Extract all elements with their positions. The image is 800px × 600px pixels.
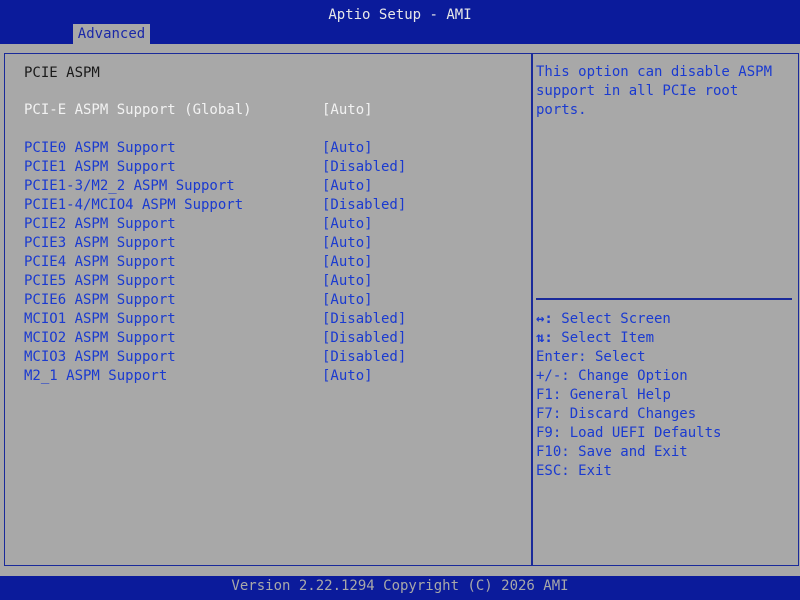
tab-advanced[interactable]: Advanced [73,24,150,44]
version-text: Version 2.22.1294 Copyright (C) 2026 AMI [231,578,569,594]
option-label: MCIO2 ASPM Support [24,330,176,346]
option-label: PCIE1-3/M2_2 ASPM Support [24,178,235,194]
option-label: M2_1 ASPM Support [24,368,168,384]
option-pcie2-aspm[interactable]: PCIE2 ASPM Support [Auto] [24,215,524,233]
option-pcie3-aspm[interactable]: PCIE3 ASPM Support [Auto] [24,234,524,252]
key-hint-text: Exit [569,463,612,479]
option-value[interactable]: [Auto] [322,272,373,290]
key-hint-key: +/-: [536,368,570,384]
help-description: This option can disable ASPM support in … [536,63,791,120]
key-hint-change-option: +/-: Change Option [536,367,792,386]
option-label: PCIE6 ASPM Support [24,292,176,308]
help-divider [536,298,792,300]
option-pcie5-aspm[interactable]: PCIE5 ASPM Support [Auto] [24,272,524,290]
key-hint-text: Change Option [569,368,688,384]
option-value[interactable]: [Auto] [322,234,373,252]
key-hint-general-help: F1: General Help [536,386,792,405]
key-hint-discard-changes: F7: Discard Changes [536,405,792,424]
page-title: PCIE ASPM [24,65,100,81]
key-hint-text: General Help [561,387,671,403]
option-mcio3-aspm[interactable]: MCIO3 ASPM Support [Disabled] [24,348,524,366]
left-right-arrows-icon: ↔: [536,311,553,327]
option-label: MCIO1 ASPM Support [24,311,176,327]
option-m2-1-aspm[interactable]: M2_1 ASPM Support [Auto] [24,367,524,385]
app-title: Aptio Setup - AMI [328,7,472,23]
option-label: PCIE1-4/MCIO4 ASPM Support [24,197,244,213]
option-value[interactable]: [Auto] [322,139,373,157]
key-hint-load-defaults: F9: Load UEFI Defaults [536,424,792,443]
option-pcie0-aspm[interactable]: PCIE0 ASPM Support [Auto] [24,139,524,157]
key-hint-text: Load UEFI Defaults [561,425,722,441]
option-label: PCI-E ASPM Support (Global) [24,102,252,118]
option-value[interactable]: [Disabled] [322,158,406,176]
key-hint-select-screen: ↔: Select Screen [536,310,792,329]
option-value[interactable]: [Auto] [322,367,373,385]
option-pcie6-aspm[interactable]: PCIE6 ASPM Support [Auto] [24,291,524,309]
key-hint-text: Select Screen [552,311,671,327]
option-pcie1-aspm[interactable]: PCIE1 ASPM Support [Disabled] [24,158,524,176]
up-down-arrows-icon: ⇅: [536,330,553,346]
option-value[interactable]: [Auto] [322,177,373,195]
key-hint-key: F1: [536,387,562,403]
option-value[interactable]: [Auto] [322,253,373,271]
option-pcie4-aspm[interactable]: PCIE4 ASPM Support [Auto] [24,253,524,271]
footer-bar: Version 2.22.1294 Copyright (C) 2026 AMI [0,576,800,600]
key-hint-enter: Enter: Select [536,348,792,367]
option-pcie-aspm-global[interactable]: PCI-E ASPM Support (Global) [Auto] [24,101,524,119]
option-value[interactable]: [Auto] [322,215,373,233]
option-label: PCIE2 ASPM Support [24,216,176,232]
key-hint-key: F9: [536,425,562,441]
option-label: PCIE0 ASPM Support [24,140,176,156]
option-value[interactable]: [Disabled] [322,348,406,366]
key-hint-text: Save and Exit [569,444,688,460]
option-pcie1-4-mcio4-aspm[interactable]: PCIE1-4/MCIO4 ASPM Support [Disabled] [24,196,524,214]
title-bar: Aptio Setup - AMI Advanced [0,0,800,44]
option-value[interactable]: [Disabled] [322,329,406,347]
key-hint-key: F7: [536,406,562,422]
option-label: PCIE4 ASPM Support [24,254,176,270]
option-label: PCIE3 ASPM Support [24,235,176,251]
key-hint-text: Select [586,349,646,365]
option-value[interactable]: [Auto] [322,101,373,119]
option-value[interactable]: [Disabled] [322,310,406,328]
option-value[interactable]: [Disabled] [322,196,406,214]
key-legend: ↔: Select Screen ⇅: Select Item Enter: S… [536,310,792,481]
option-label: PCIE5 ASPM Support [24,273,176,289]
option-mcio2-aspm[interactable]: MCIO2 ASPM Support [Disabled] [24,329,524,347]
option-label: PCIE1 ASPM Support [24,159,176,175]
key-hint-save-exit: F10: Save and Exit [536,443,792,462]
option-pcie1-3-m2-2-aspm[interactable]: PCIE1-3/M2_2 ASPM Support [Auto] [24,177,524,195]
help-line: support in all PCIe root ports. [536,83,739,118]
key-hint-key: Enter: [536,349,587,365]
option-mcio1-aspm[interactable]: MCIO1 ASPM Support [Disabled] [24,310,524,328]
help-line: This option can disable ASPM [536,64,773,80]
option-value[interactable]: [Auto] [322,291,373,309]
key-hint-text: Discard Changes [561,406,697,422]
key-hint-key: ESC: [536,463,570,479]
key-hint-key: F10: [536,444,570,460]
option-label: MCIO3 ASPM Support [24,349,176,365]
key-hint-text: Select Item [552,330,655,346]
key-hint-exit: ESC: Exit [536,462,792,481]
key-hint-select-item: ⇅: Select Item [536,329,792,348]
